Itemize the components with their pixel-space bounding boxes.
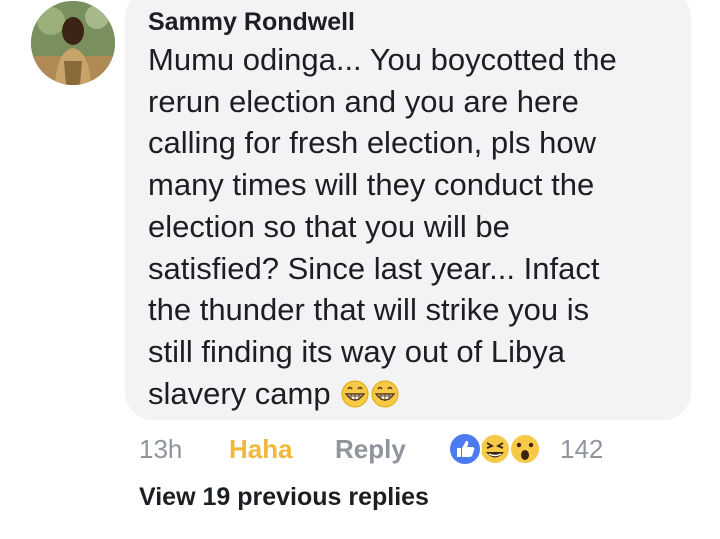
comment-line: many times will they conduct the <box>148 167 595 203</box>
comment-line: still finding its way out of Libya <box>148 333 565 369</box>
comment-line: election so that you will be <box>148 208 510 244</box>
comment-line: rerun election and you are here <box>148 83 579 119</box>
comment-line: Mumu odinga... You boycotted the <box>148 42 617 77</box>
view-previous-replies-link[interactable]: View 19 previous replies <box>139 483 429 512</box>
comment-timestamp[interactable]: 13h <box>139 434 182 465</box>
comment-line: slavery camp <box>148 375 331 411</box>
grinning-face-icon <box>371 377 399 419</box>
comment-line-last: slavery camp <box>148 373 628 419</box>
reply-button[interactable]: Reply <box>335 434 406 465</box>
comment-text: Mumu odinga... You boycotted the rerun e… <box>148 39 628 418</box>
avatar[interactable] <box>31 1 115 85</box>
like-icon <box>448 432 482 466</box>
surprised-face-icon <box>509 433 541 465</box>
laughing-face-icon <box>479 433 511 465</box>
reaction-summary[interactable] <box>443 430 553 468</box>
comment-line: the thunder that will strike you is <box>148 292 590 328</box>
grinning-face-icon <box>341 377 369 419</box>
comment-actions: 13h Haha Reply 142 <box>0 430 720 470</box>
reaction-count[interactable]: 142 <box>560 434 603 465</box>
comment-line: satisfied? Since last year... Infact <box>148 250 600 286</box>
comment-author[interactable]: Sammy Rondwell <box>148 8 355 37</box>
haha-reaction-button[interactable]: Haha <box>229 434 293 465</box>
comment-line: calling for fresh election, pls how <box>148 125 597 161</box>
